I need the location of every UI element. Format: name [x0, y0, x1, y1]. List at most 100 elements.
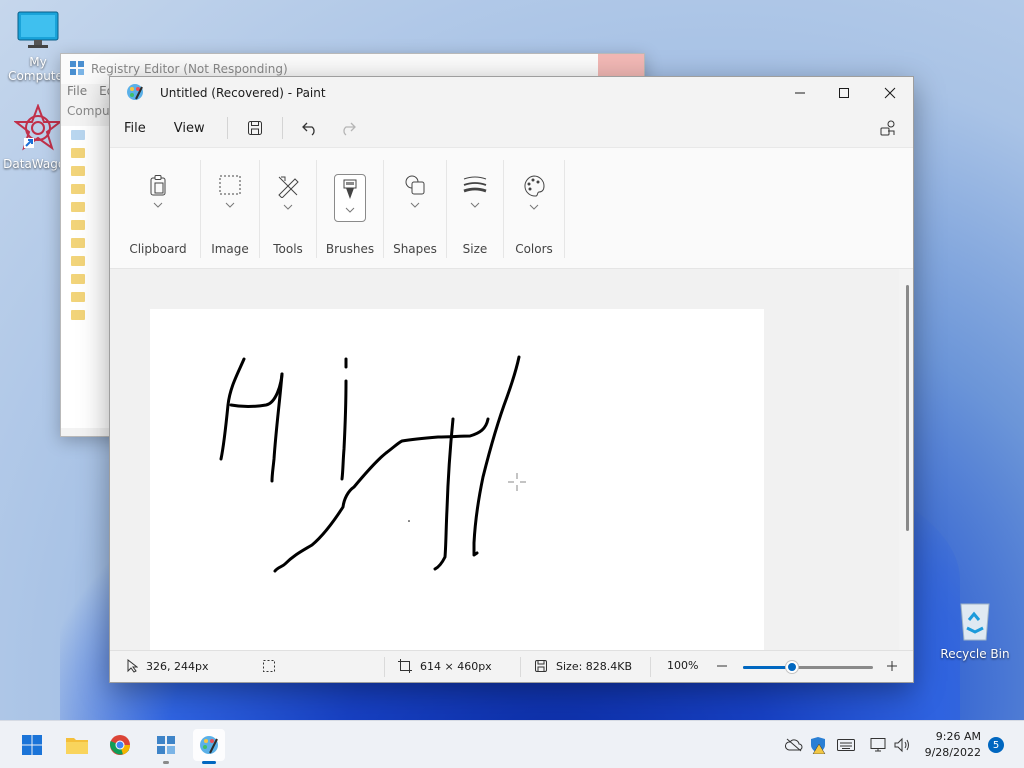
- zoom-level[interactable]: 100%: [667, 659, 698, 672]
- chevron-down-icon: [345, 207, 355, 213]
- palette-icon: [524, 175, 545, 197]
- ribbon-group-colors[interactable]: Colors: [504, 148, 564, 268]
- ribbon-label-colors: Colors: [515, 242, 553, 256]
- chevron-down-icon: [470, 202, 480, 208]
- keyboard-icon[interactable]: [837, 736, 855, 754]
- zoom-out-button[interactable]: [716, 660, 728, 672]
- tree-row[interactable]: [71, 162, 110, 180]
- tree-row[interactable]: [71, 180, 110, 198]
- cursor-position: 326, 244px: [126, 659, 208, 673]
- plus-icon: [887, 661, 897, 671]
- taskbar-chrome[interactable]: [104, 729, 136, 761]
- paint-titlebar[interactable]: Untitled (Recovered) - Paint: [110, 77, 913, 109]
- clipboard-button[interactable]: [142, 174, 174, 222]
- zoom-slider-thumb[interactable]: [786, 661, 799, 673]
- redo-button[interactable]: [333, 113, 363, 143]
- stroke-size-icon: [463, 176, 487, 193]
- selection-size-icon: [263, 660, 275, 672]
- volume-icon[interactable]: [893, 736, 911, 754]
- registry-editor-icon: [157, 736, 175, 754]
- tree-row[interactable]: [71, 270, 110, 288]
- tree-row[interactable]: [71, 234, 110, 252]
- ribbon-label-image: Image: [211, 242, 249, 256]
- menu-file[interactable]: File: [110, 121, 160, 136]
- image-select-button[interactable]: [214, 174, 246, 222]
- tree-row[interactable]: [71, 252, 110, 270]
- paint-menubar: File View: [110, 109, 913, 147]
- network-icon[interactable]: [869, 736, 887, 754]
- start-button[interactable]: [16, 729, 48, 761]
- windows-logo-icon: [22, 735, 42, 755]
- recycle-bin-icon: [937, 598, 1013, 645]
- regedit-app-icon: [69, 60, 85, 79]
- save-icon: [247, 121, 262, 135]
- pointer-icon: [127, 659, 138, 673]
- shapes-button[interactable]: [399, 174, 431, 222]
- maximize-icon: [839, 88, 849, 98]
- tree-row[interactable]: [71, 198, 110, 216]
- save-button[interactable]: [240, 113, 270, 143]
- canvas-area[interactable]: [110, 269, 899, 650]
- status-bar: 326, 244px 614 × 460px Size: 828.4KB 100…: [110, 650, 913, 682]
- tree-row[interactable]: [71, 288, 110, 306]
- undo-button[interactable]: [295, 113, 325, 143]
- ribbon-label-tools: Tools: [273, 242, 303, 256]
- file-size-icon: [535, 660, 547, 672]
- pencil-tools-icon: [278, 176, 299, 198]
- share-button[interactable]: [873, 113, 903, 143]
- tree-row[interactable]: [71, 126, 110, 144]
- ribbon-label-clipboard: Clipboard: [129, 242, 187, 256]
- paint-title: Untitled (Recovered) - Paint: [160, 86, 326, 100]
- colors-button[interactable]: [518, 174, 550, 222]
- tree-row[interactable]: [71, 216, 110, 234]
- taskbar-file-explorer[interactable]: [61, 729, 93, 761]
- ribbon-label-size: Size: [462, 242, 488, 256]
- regedit-tree[interactable]: [61, 126, 111, 428]
- zoom-in-button[interactable]: [886, 660, 898, 672]
- status-divider: [520, 657, 521, 677]
- ribbon-group-shapes[interactable]: Shapes: [384, 148, 446, 268]
- maximize-button[interactable]: [821, 77, 867, 109]
- size-button[interactable]: [459, 174, 491, 222]
- status-divider: [650, 657, 651, 677]
- ribbon-group-clipboard[interactable]: Clipboard: [116, 148, 200, 268]
- system-clock[interactable]: 9:26 AM 9/28/2022: [925, 729, 981, 761]
- ribbon-group-brushes[interactable]: Brushes: [317, 148, 383, 268]
- vertical-scrollbar[interactable]: [906, 285, 909, 531]
- menubar-divider: [226, 117, 228, 139]
- tree-row[interactable]: [71, 306, 110, 324]
- status-divider: [384, 657, 385, 677]
- brushes-button[interactable]: [334, 174, 366, 222]
- taskbar-paint[interactable]: [193, 729, 225, 764]
- paint-icon: [200, 736, 218, 754]
- taskbar-registry-editor[interactable]: [150, 729, 182, 764]
- undo-icon: [301, 122, 315, 136]
- close-button[interactable]: [867, 77, 913, 109]
- ribbon-group-image[interactable]: Image: [201, 148, 259, 268]
- ribbon: Clipboard Image Tools Brushes Shapes Siz…: [110, 147, 913, 269]
- account-share-icon: [880, 120, 895, 136]
- chevron-down-icon: [153, 202, 163, 208]
- shapes-icon: [405, 175, 425, 195]
- canvas-size: 614 × 460px: [398, 659, 492, 673]
- tree-row[interactable]: [71, 144, 110, 162]
- menu-view[interactable]: View: [160, 121, 219, 136]
- windows-security-icon[interactable]: [809, 736, 827, 754]
- minimize-icon: [795, 92, 805, 94]
- chevron-down-icon: [225, 202, 235, 208]
- paint-window[interactable]: Untitled (Recovered) - Paint File View C…: [109, 76, 914, 683]
- tools-button[interactable]: [272, 174, 304, 222]
- regedit-title: Registry Editor (Not Responding): [91, 62, 288, 76]
- cursor-position-value: 326, 244px: [146, 659, 209, 673]
- onedrive-offline-icon[interactable]: [785, 736, 803, 754]
- redo-icon: [343, 122, 356, 136]
- ribbon-group-tools[interactable]: Tools: [260, 148, 316, 268]
- drawing-canvas[interactable]: [150, 309, 764, 650]
- folder-icon: [66, 738, 88, 754]
- regedit-menu-file[interactable]: File: [67, 84, 87, 104]
- ribbon-group-size[interactable]: Size: [447, 148, 503, 268]
- paint-app-icon: [126, 83, 144, 104]
- notification-badge[interactable]: 5: [988, 737, 1004, 753]
- minimize-button[interactable]: [777, 77, 823, 109]
- desktop-icon-recycle-bin[interactable]: Recycle Bin: [937, 598, 1013, 661]
